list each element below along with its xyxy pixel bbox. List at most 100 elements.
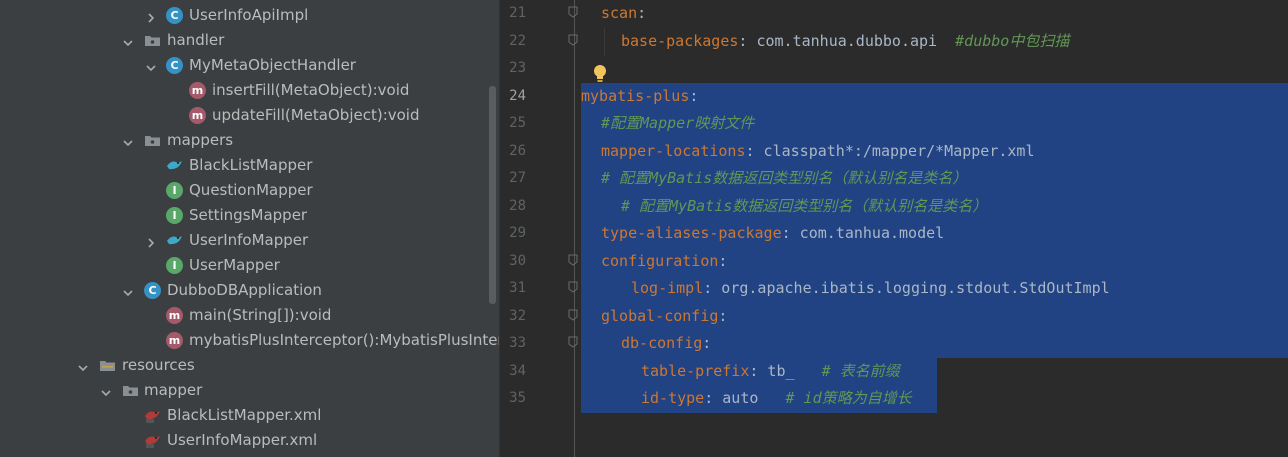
code-text: mybatis-plus: [581,83,698,110]
yaml-key: mapper-locations [601,142,746,160]
line-number: 25 [509,115,526,131]
tree-node[interactable]: m main(String[]):void [0,303,500,328]
line-number: 27 [509,170,526,186]
code-line[interactable]: 32 global-config: [500,303,1288,331]
fold-marker-icon[interactable] [568,254,578,266]
code-line[interactable]: 29 type-aliases-package: com.tanhua.model [500,220,1288,248]
chevron-down-icon[interactable] [122,134,134,147]
code-text: # 配置MyBatis数据返回类型别名（默认别名是类名） [621,193,987,220]
yaml-value: : com.tanhua.model [781,224,945,242]
yaml-value: : classpath*:/mapper/*Mapper.xml [745,142,1035,160]
fold-marker-icon[interactable] [568,34,578,46]
resources-folder-icon [99,357,116,374]
code-line[interactable]: 26 mapper-locations: classpath*:/mapper/*… [500,138,1288,166]
yaml-value: : com.tanhua.dubbo.api [738,32,956,50]
tree-node-label: resources [122,356,195,374]
line-number: 29 [509,225,526,241]
code-line[interactable]: 30 configuration: [500,248,1288,276]
tree-node[interactable]: resources [0,353,500,378]
yaml-value: : [718,307,728,325]
fold-marker-icon[interactable] [568,6,578,18]
yaml-comment: # 配置MyBatis数据返回类型别名（默认别名是类名） [601,169,968,187]
mybatis-xml-icon [144,407,161,424]
method-icon: m [166,332,183,349]
mybatis-mapper-icon [166,157,183,174]
code-line[interactable]: 31 log-impl: org.apache.ibatis.logging.st… [500,275,1288,303]
code-line[interactable]: 25 #配置Mapper映射文件 [500,110,1288,138]
code-line[interactable]: 34 table-prefix: tb_ # 表名前缀 [500,358,1288,386]
code-line[interactable]: 27 # 配置MyBatis数据返回类型别名（默认别名是类名） [500,165,1288,193]
code-text: log-impl: org.apache.ibatis.logging.stdo… [631,275,1110,302]
tree-node[interactable]: I QuestionMapper [0,178,500,203]
chevron-down-icon[interactable] [100,384,112,397]
yaml-value: : [718,252,728,270]
tree-node[interactable]: C DubboDBApplication [0,278,500,303]
method-icon: m [166,307,183,324]
tree-node[interactable]: BlackListMapper.xml [0,403,500,428]
tree-node[interactable]: C UserInfoApiImpl [0,3,500,28]
code-text: base-packages: com.tanhua.dubbo.api #dub… [621,28,1069,55]
tree-node[interactable]: UserInfoMapper.xml [0,428,500,453]
code-editor[interactable]: 21 scan: 22 base-packages: com.tanhua.dubbo… [500,0,1288,457]
folder-icon [144,132,161,149]
tree-node[interactable]: UserInfoMapper [0,228,500,253]
fold-marker-icon[interactable] [568,309,578,321]
fold-marker-icon[interactable] [568,281,578,293]
tree-node-label: mybatisPlusInterceptor():MybatisPlusInte… [189,331,500,349]
tree-node-label: UserMapper [189,256,280,274]
code-line[interactable]: 28 # 配置MyBatis数据返回类型别名（默认别名是类名） [500,193,1288,221]
tree-node[interactable]: handler [0,28,500,53]
code-line[interactable]: 22 base-packages: com.tanhua.dubbo.api #d… [500,28,1288,56]
folder-icon [144,32,161,49]
yaml-key: type-aliases-package [601,224,782,242]
code-line[interactable]: 35 id-type: auto # id策略为自增长 [500,385,1288,413]
tree-node-label: QuestionMapper [189,181,313,199]
chevron-right-icon[interactable] [145,9,157,23]
line-number: 33 [509,335,526,351]
tree-node[interactable]: I UserMapper [0,253,500,278]
code-line[interactable]: 33 db-config: [500,330,1288,358]
tree-node-label: mappers [167,131,234,149]
tree-node[interactable]: mappers [0,128,500,153]
tree-node[interactable]: m mybatisPlusInterceptor():MybatisPlusInt… [0,328,500,353]
mybatis-xml-icon [144,432,161,449]
tree-node-label: SettingsMapper [189,206,308,224]
tree-node[interactable]: BlackListMapper [0,153,500,178]
tree-scrollbar[interactable] [489,86,496,304]
tree-node[interactable]: m insertFill(MetaObject):void [0,78,500,103]
chevron-down-icon[interactable] [122,34,134,47]
line-number: 23 [509,60,526,76]
code-text: type-aliases-package: com.tanhua.model [601,220,944,247]
project-tree[interactable]: C UserInfoApiImpl handler C MyMetaObjectHand… [0,0,500,457]
code-line[interactable]: 24 mybatis-plus: [500,83,1288,111]
tree-node-label: UserInfoMapper.xml [167,431,318,449]
yaml-key: scan [601,4,638,22]
chevron-right-icon[interactable] [145,234,157,248]
tree-node-label: BlackListMapper.xml [167,406,322,424]
chevron-down-icon[interactable] [77,359,89,372]
folder-icon [122,382,139,399]
interface-icon: I [166,182,183,199]
code-text: mapper-locations: classpath*:/mapper/*Ma… [601,138,1034,165]
tree-node[interactable]: C MyMetaObjectHandler [0,53,500,78]
line-number: 24 [509,88,526,104]
code-line[interactable]: 23 [500,55,1288,83]
chevron-down-icon[interactable] [145,59,157,72]
fold-marker-icon[interactable] [568,336,578,348]
yaml-value: : auto [704,389,786,407]
line-number: 28 [509,198,526,214]
chevron-down-icon[interactable] [122,284,134,297]
interface-icon: I [166,257,183,274]
yaml-comment: # 配置MyBatis数据返回类型别名（默认别名是类名） [621,197,988,215]
yaml-value: : [689,87,699,105]
spring-boot-class-icon: C [144,282,161,299]
code-line[interactable]: 21 scan: [500,0,1288,28]
line-number: 26 [509,143,526,159]
tree-node[interactable]: I SettingsMapper [0,203,500,228]
code-text: configuration: [601,248,727,275]
tree-node[interactable]: mapper [0,378,500,403]
line-number: 32 [509,308,526,324]
yaml-key: table-prefix [641,362,750,380]
line-number: 31 [509,280,526,296]
tree-node[interactable]: m updateFill(MetaObject):void [0,103,500,128]
